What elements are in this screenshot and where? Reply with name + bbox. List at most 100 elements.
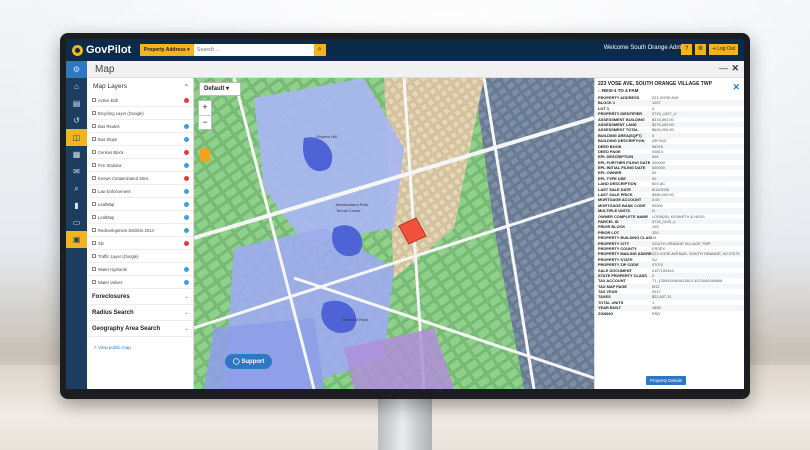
map-layers-panel: Map Layers ⌃ Active Edit Bicycling Layer…	[87, 78, 194, 389]
map-graphics: Flowers Hill Meadowland Park Tennis Cour…	[194, 78, 594, 389]
logout-icon: ⇥	[711, 46, 716, 52]
layer-item[interactable]: Bicycling Layer (Google)	[87, 107, 193, 120]
rail-chart-icon[interactable]: ▮	[66, 197, 87, 214]
section-label: Foreclosures	[92, 293, 130, 300]
view-public-map-link[interactable]: ↗ View public map	[87, 337, 193, 351]
layer-item[interactable]: Traffic Layer (Google)	[87, 250, 193, 263]
status-dot-icon	[184, 201, 189, 207]
layer-item[interactable]: Active Edit	[87, 94, 193, 107]
govpilot-logo[interactable]: GovPilot	[72, 44, 136, 56]
logo-pin-icon	[72, 44, 83, 56]
top-bar: GovPilot Property Address ▾ Search ... ⌕…	[66, 39, 744, 61]
property-title: 223 VOSE AVE, SOUTH ORANGE VILLAGE TWP	[598, 81, 712, 87]
close-button[interactable]: ✕	[731, 63, 739, 74]
page-title: Map	[95, 64, 115, 75]
map-label-flowers-hill: Flowers Hill	[316, 134, 337, 139]
section-foreclosures[interactable]: Foreclosures ⌄	[87, 289, 193, 305]
detail-key: ZONING	[598, 310, 614, 316]
rail-search-icon[interactable]: ⌕	[66, 180, 87, 197]
monitor-stand	[378, 398, 432, 450]
rail-folder-icon[interactable]: ▭	[66, 214, 87, 231]
map-layers-title: Map Layers	[93, 83, 127, 90]
layer-item[interactable]: SD	[87, 237, 193, 250]
layer-item[interactable]: Bus Stops	[87, 133, 193, 146]
help-icon: ?	[684, 46, 689, 52]
property-subtitle: ⌂ RESI-1 TO 4 FAM	[595, 87, 744, 95]
status-dot-icon	[184, 175, 189, 181]
support-label: Support	[241, 359, 265, 365]
layer-item[interactable]: LeafMap	[87, 198, 193, 211]
layer-item[interactable]: Fire Stations	[87, 159, 193, 172]
support-button[interactable]: ◯ Support	[225, 354, 273, 369]
property-class: RESI-1 TO 4 FAM	[601, 88, 639, 93]
zoom-in-button[interactable]: +	[199, 101, 211, 115]
close-icon[interactable]: ✕	[732, 82, 740, 93]
layer-item[interactable]: Redevelopment Districts 2014	[87, 224, 193, 237]
rail-history-icon[interactable]: ↺	[66, 112, 87, 129]
property-details-button[interactable]: Property Details	[646, 376, 687, 385]
status-dot-icon	[184, 188, 189, 194]
help-button[interactable]: ?	[681, 44, 692, 55]
external-link-icon: ↗	[93, 345, 97, 350]
settings-button[interactable]: ⚙	[695, 44, 706, 55]
map-label-meadowland-park: Meadowland Park	[336, 202, 368, 207]
status-dot-icon	[184, 136, 189, 142]
status-dot-icon	[184, 162, 189, 168]
detail-row: ZONING RSD	[595, 311, 744, 316]
search-input[interactable]: Search ...	[193, 44, 314, 56]
status-dot-icon	[184, 214, 189, 220]
logout-button[interactable]: ⇥ Log Out	[708, 44, 738, 55]
section-geography-area-search[interactable]: Geography Area Search ⌄	[87, 321, 193, 337]
caret-down-icon: ▾	[226, 86, 230, 92]
status-dot-icon	[184, 279, 189, 285]
layer-item[interactable]: LeafMap	[87, 211, 193, 224]
section-radius-search[interactable]: Radius Search ⌄	[87, 305, 193, 321]
property-type-select[interactable]: Property Address ▾	[140, 44, 194, 56]
layer-item[interactable]: Known Contaminated Sites	[87, 172, 193, 185]
rail-home-icon[interactable]: ⌂	[66, 78, 87, 95]
logout-label: Log Out	[717, 46, 735, 52]
chevron-up-icon: ⌃	[183, 84, 189, 91]
zoom-out-button[interactable]: −	[199, 115, 211, 129]
status-dot-icon	[184, 227, 189, 233]
rail-calendar-icon[interactable]: ▦	[66, 146, 87, 163]
search-icon: ⌕	[317, 46, 322, 53]
logo-text: GovPilot	[86, 44, 132, 56]
left-icon-rail: ⚙ ⌂ ▤ ↺ ◫ ▦ ✉ ⌕ ▮ ▭ ▣	[66, 61, 87, 389]
zoom-control: + −	[198, 100, 212, 130]
map-canvas[interactable]: Flowers Hill Meadowland Park Tennis Cour…	[194, 78, 594, 389]
map-label-diamond-rock: Diamond Rock	[342, 317, 368, 322]
home-icon: ⌂	[598, 88, 601, 93]
street-view-pegman-icon[interactable]	[200, 148, 210, 162]
monitor-bezel: GovPilot Property Address ▾ Search ... ⌕…	[60, 33, 750, 399]
status-dot-icon	[184, 149, 189, 155]
map-label-tennis-courts: Tennis Courts	[336, 208, 360, 213]
map-layers-header[interactable]: Map Layers ⌃	[87, 78, 193, 94]
section-label: Radius Search	[92, 309, 134, 316]
status-dot-icon	[184, 97, 189, 103]
panel-header: Map — ✕	[87, 61, 744, 78]
rail-map-icon[interactable]: ◫	[66, 129, 87, 146]
minimize-button[interactable]: —	[719, 63, 728, 73]
layer-item[interactable]: Census Block	[87, 146, 193, 159]
basemap-label: Default	[204, 86, 225, 92]
layer-list: Active Edit Bicycling Layer (Google) Bus…	[87, 94, 193, 289]
rail-document-icon[interactable]: ▤	[66, 95, 87, 112]
rail-inbox-icon[interactable]: ✉	[66, 163, 87, 180]
status-dot-icon	[184, 123, 189, 129]
chevron-down-icon: ⌄	[183, 294, 189, 300]
search-button[interactable]: ⌕	[313, 44, 326, 56]
section-label: Geography Area Search	[92, 325, 161, 332]
chat-bubble-icon: ◯	[233, 359, 240, 365]
rail-gear-icon[interactable]: ⚙	[66, 61, 87, 78]
rail-contact-card-icon[interactable]: ▣	[66, 231, 87, 248]
layer-item[interactable]: Water Hydrants	[87, 263, 193, 276]
property-details-panel: ✕ 223 VOSE AVE, SOUTH ORANGE VILLAGE TWP…	[594, 78, 744, 389]
view-public-map-label: View public map	[98, 345, 131, 350]
basemap-select[interactable]: Default ▾	[199, 82, 241, 96]
screen: GovPilot Property Address ▾ Search ... ⌕…	[66, 39, 744, 389]
welcome-text: Welcome South Orange Admin	[603, 45, 686, 51]
layer-item[interactable]: Law Enforcement	[87, 185, 193, 198]
layer-item[interactable]: Bus Routes	[87, 120, 193, 133]
layer-item[interactable]: Water Valves	[87, 276, 193, 289]
